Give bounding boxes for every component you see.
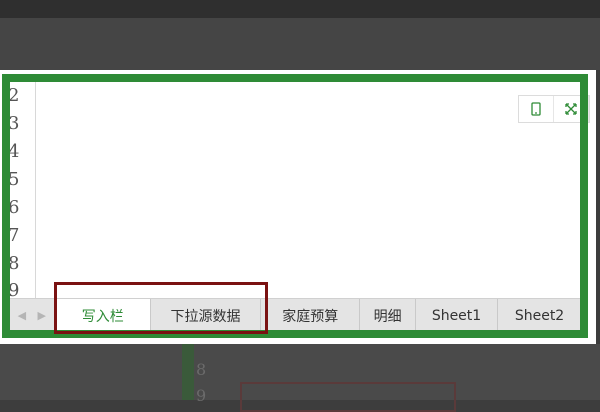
row-number[interactable]: 2	[8, 82, 35, 110]
background-highlight-box	[240, 382, 456, 412]
cell-grid[interactable]	[36, 82, 580, 298]
expand-icon[interactable]	[554, 96, 589, 122]
row-header-column: 2 3 4 5 6 7 8 9	[8, 82, 36, 298]
row-number[interactable]: 5	[8, 166, 35, 194]
next-sheet-icon[interactable]: ▶	[37, 309, 45, 322]
background-row-number: 9	[196, 386, 207, 405]
red-highlight-box	[54, 282, 268, 334]
dimmed-area	[0, 18, 600, 70]
row-number[interactable]: 3	[8, 110, 35, 138]
tab-明细[interactable]: 明细	[360, 299, 416, 332]
tab-家庭预算[interactable]: 家庭预算	[261, 299, 361, 332]
tab-label: Sheet1	[431, 307, 482, 324]
background-row-header	[182, 344, 194, 400]
row-number[interactable]: 6	[8, 194, 35, 222]
sheet-nav: ◀ ▶	[8, 299, 56, 332]
phone-icon[interactable]	[519, 96, 554, 122]
background-row-number: 8	[196, 360, 207, 379]
top-bar	[0, 0, 600, 18]
tab-label: 明细	[373, 308, 402, 325]
row-number[interactable]: 8	[8, 250, 35, 278]
row-number[interactable]: 4	[8, 138, 35, 166]
tab-sheet2[interactable]: Sheet2	[498, 299, 582, 332]
floating-toolbar	[518, 95, 590, 123]
tab-label: Sheet2	[514, 307, 565, 324]
tab-sheet1[interactable]: Sheet1	[415, 299, 499, 332]
row-number[interactable]: 7	[8, 222, 35, 250]
prev-sheet-icon[interactable]: ◀	[18, 309, 26, 322]
tab-label: 家庭预算	[282, 308, 339, 325]
row-number[interactable]: 9	[8, 278, 35, 298]
